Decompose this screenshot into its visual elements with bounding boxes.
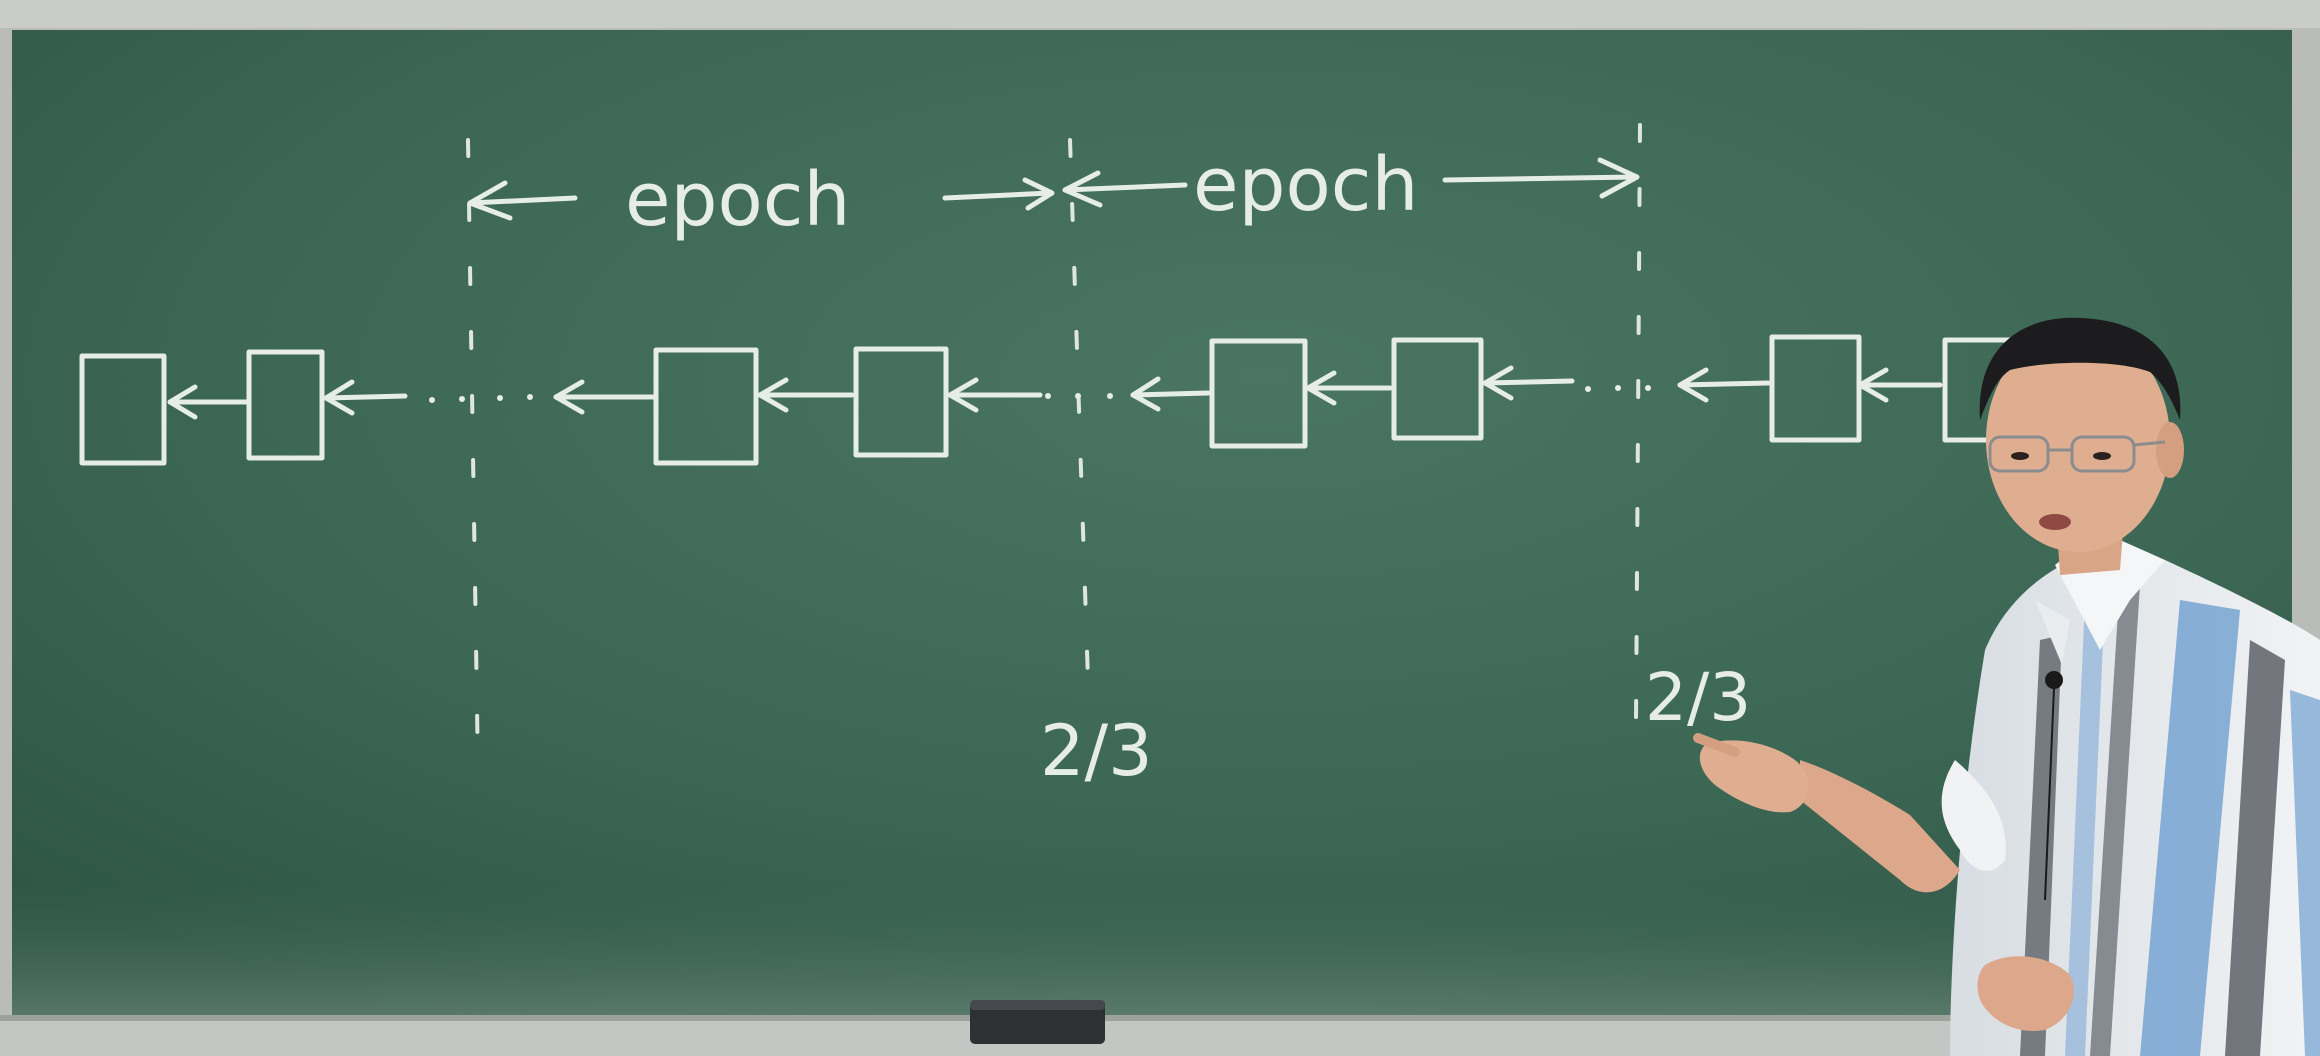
lecture-scene: epoch epoch 2/3 2/3 bbox=[0, 0, 2320, 1056]
epoch-label-left: epoch bbox=[625, 157, 850, 243]
chalkboard-image: epoch epoch 2/3 2/3 bbox=[0, 0, 2320, 1056]
fraction-right: 2/3 bbox=[1645, 659, 1751, 736]
epoch-label-right: epoch bbox=[1193, 142, 1418, 228]
lapel-microphone bbox=[2045, 671, 2063, 689]
fraction-mid: 2/3 bbox=[1040, 710, 1153, 792]
